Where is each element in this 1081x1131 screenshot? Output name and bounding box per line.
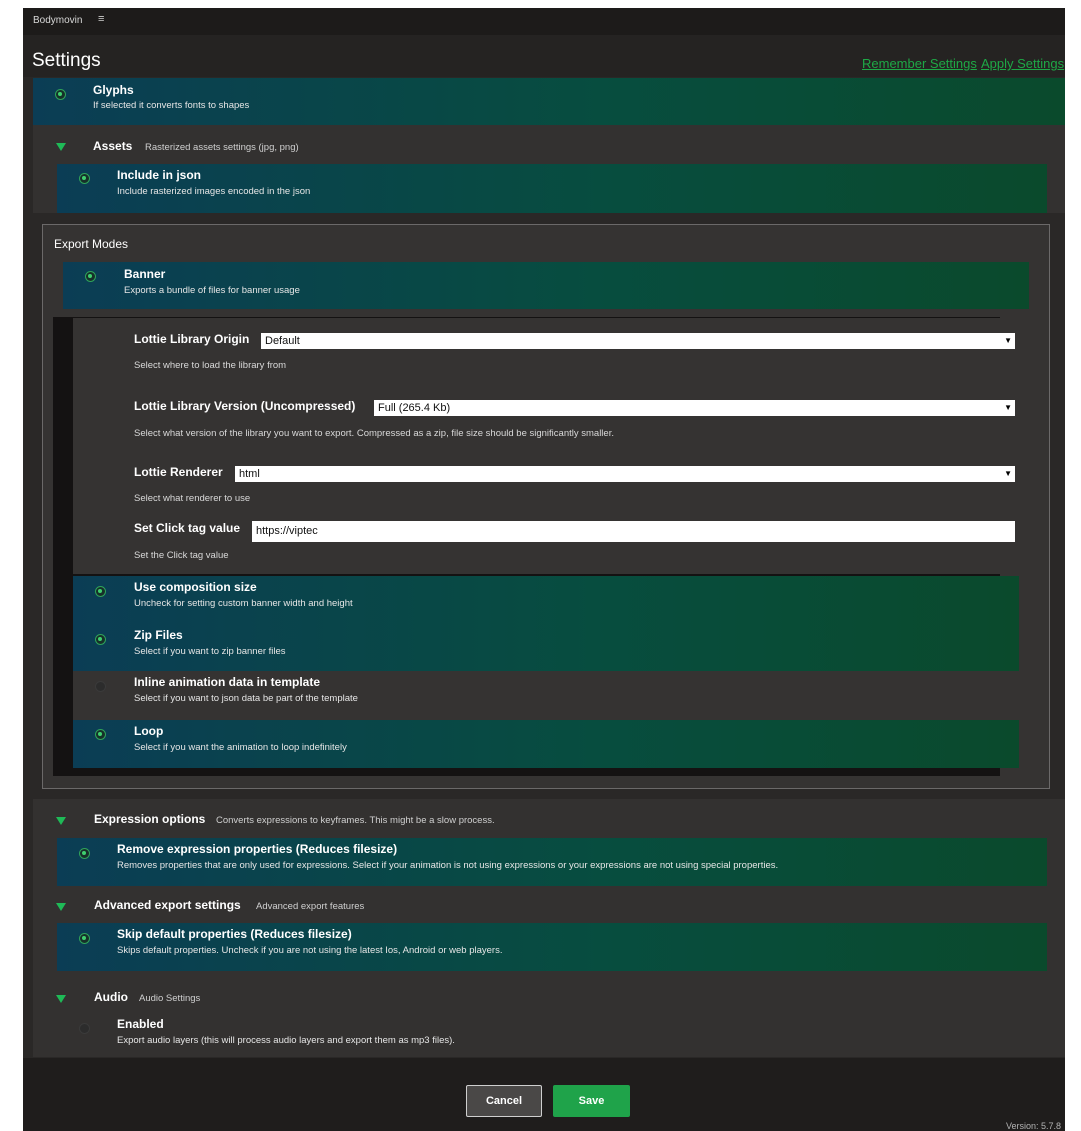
banner-desc: Exports a bundle of files for banner usa…	[124, 285, 300, 296]
clicktag-label: Set Click tag value	[134, 521, 241, 535]
version-select[interactable]: Full (265.4 Kb) ▼	[374, 400, 1015, 416]
loop-title: Loop	[134, 724, 164, 738]
inline-data-desc: Select if you want to json data be part …	[134, 693, 358, 704]
zip-files-option[interactable]: Zip Files Select if you want to zip bann…	[73, 623, 1019, 671]
glyphs-radio[interactable]	[55, 89, 66, 100]
remember-settings-link[interactable]: Remember Settings	[862, 56, 977, 71]
advanced-title[interactable]: Advanced export settings	[94, 898, 241, 912]
banner-option[interactable]: Banner Exports a bundle of files for ban…	[63, 262, 1029, 309]
assets-title[interactable]: Assets	[93, 139, 132, 153]
renderer-select[interactable]: html ▼	[235, 466, 1015, 482]
inline-data-title: Inline animation data in template	[134, 675, 321, 689]
banner-radio[interactable]	[85, 271, 96, 282]
top-bar: Bodymovin ≡	[23, 8, 1065, 35]
assets-section: Assets Rasterized assets settings (jpg, …	[33, 125, 1065, 213]
renderer-label: Lottie Renderer	[134, 465, 223, 479]
extra-sections-panel: Expression options Converts expressions …	[33, 799, 1065, 1057]
glyphs-desc: If selected it converts fonts to shapes	[93, 100, 250, 111]
origin-select-value: Default	[265, 335, 300, 347]
include-json-radio[interactable]	[79, 173, 90, 184]
loop-option[interactable]: Loop Select if you want the animation to…	[73, 720, 1019, 768]
origin-select[interactable]: Default ▼	[261, 333, 1015, 349]
chevron-down-icon: ▼	[1004, 403, 1012, 412]
page-title: Settings	[32, 50, 101, 71]
skip-defaults-desc: Skips default properties. Uncheck if you…	[117, 945, 503, 956]
audio-enabled-radio[interactable]	[79, 1023, 90, 1034]
zip-files-radio[interactable]	[95, 634, 106, 645]
app-name: Bodymovin	[33, 15, 83, 26]
expression-desc: Converts expressions to keyframes. This …	[216, 815, 495, 826]
export-modes-title: Export Modes	[54, 237, 129, 251]
remove-expressions-radio[interactable]	[79, 848, 90, 859]
expression-title[interactable]: Expression options	[94, 812, 205, 826]
collapse-triangle-icon[interactable]	[56, 995, 66, 1003]
remove-expressions-option[interactable]: Remove expression properties (Reduces fi…	[57, 838, 1047, 886]
origin-help: Select where to load the library from	[134, 360, 287, 371]
advanced-desc: Advanced export features	[256, 901, 365, 912]
loop-desc: Select if you want the animation to loop…	[134, 742, 347, 753]
banner-fields-panel: Lottie Library Origin Default ▼ Select w…	[73, 318, 1019, 574]
zip-files-title: Zip Files	[134, 628, 183, 642]
chevron-down-icon: ▼	[1004, 336, 1012, 345]
bodymovin-app: Bodymovin ≡ Settings Remember Settings A…	[23, 8, 1065, 1131]
chevron-down-icon: ▼	[1004, 469, 1012, 478]
renderer-select-value: html	[239, 468, 260, 480]
include-json-title: Include in json	[117, 168, 202, 182]
composition-size-radio[interactable]	[95, 586, 106, 597]
zip-files-desc: Select if you want to zip banner files	[134, 646, 286, 657]
include-json-desc: Include rasterized images encoded in the…	[117, 186, 311, 197]
hamburger-icon[interactable]: ≡	[98, 13, 104, 25]
glyphs-option[interactable]: Glyphs If selected it converts fonts to …	[33, 78, 1065, 125]
renderer-help: Select what renderer to use	[134, 493, 251, 504]
save-button[interactable]: Save	[553, 1085, 630, 1117]
version-label: Version: 5.7.8	[1005, 1121, 1061, 1131]
version-label: Lottie Library Version (Uncompressed)	[134, 399, 356, 413]
audio-title[interactable]: Audio	[94, 990, 128, 1004]
composition-size-title: Use composition size	[134, 580, 257, 594]
glyphs-title: Glyphs	[93, 83, 134, 97]
remove-expressions-title: Remove expression properties (Reduces fi…	[117, 842, 398, 856]
collapse-triangle-icon[interactable]	[56, 143, 66, 151]
skip-defaults-title: Skip default properties (Reduces filesiz…	[117, 927, 352, 941]
inline-data-radio[interactable]	[95, 681, 106, 692]
origin-label: Lottie Library Origin	[134, 332, 250, 346]
collapse-triangle-icon[interactable]	[56, 817, 66, 825]
audio-enabled-desc: Export audio layers (this will process a…	[117, 1035, 455, 1046]
footer: Cancel Save Version: 5.7.8	[23, 1058, 1065, 1131]
audio-desc: Audio Settings	[139, 993, 201, 1004]
audio-enabled-option[interactable]: Enabled Export audio layers (this will p…	[57, 1011, 1047, 1055]
composition-size-option[interactable]: Use composition size Uncheck for setting…	[73, 576, 1019, 623]
audio-enabled-title: Enabled	[117, 1017, 164, 1031]
version-help: Select what version of the library you w…	[134, 428, 614, 439]
loop-radio[interactable]	[95, 729, 106, 740]
settings-header: Settings Remember Settings Apply Setting…	[23, 35, 1065, 77]
collapse-triangle-icon[interactable]	[56, 903, 66, 911]
skip-defaults-option[interactable]: Skip default properties (Reduces filesiz…	[57, 923, 1047, 971]
clicktag-help: Set the Click tag value	[134, 550, 229, 561]
clicktag-input[interactable]	[252, 521, 1015, 542]
composition-size-desc: Uncheck for setting custom banner width …	[134, 598, 353, 609]
include-json-option[interactable]: Include in json Include rasterized image…	[57, 164, 1047, 213]
remove-expressions-desc: Removes properties that are only used fo…	[117, 860, 779, 871]
banner-title: Banner	[124, 267, 166, 281]
cancel-button[interactable]: Cancel	[466, 1085, 542, 1117]
inline-data-option[interactable]: Inline animation data in template Select…	[73, 671, 1019, 720]
apply-settings-link[interactable]: Apply Settings	[981, 56, 1064, 71]
assets-desc: Rasterized assets settings (jpg, png)	[145, 142, 299, 153]
skip-defaults-radio[interactable]	[79, 933, 90, 944]
version-select-value: Full (265.4 Kb)	[378, 402, 451, 414]
